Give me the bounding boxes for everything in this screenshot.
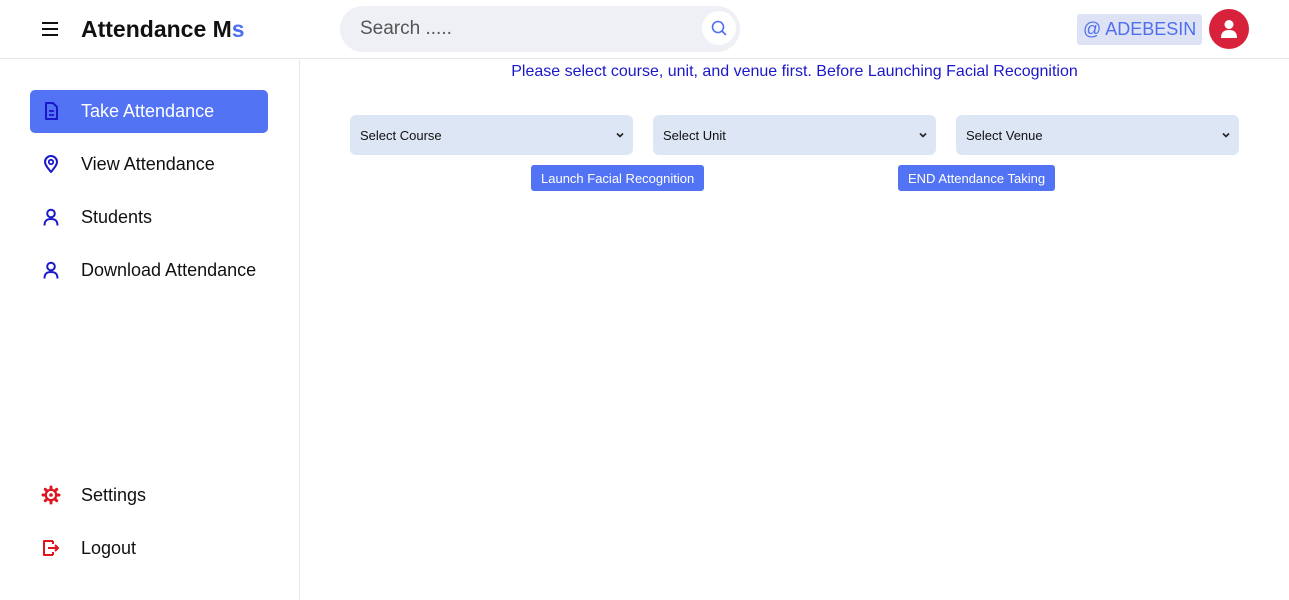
sidebar-item-label: Download Attendance [81,260,257,280]
sidebar-item-settings[interactable]: Settings [30,474,268,517]
sidebar-item-take-attendance[interactable]: Take Attendance [30,90,268,133]
gear-icon [41,485,61,505]
app-title-main: Attendance M [81,16,232,42]
sidebar: Take Attendance View Attendance Students [0,60,300,600]
venue-select-wrapper: Select Venue [956,115,1239,155]
sidebar-item-view-attendance[interactable]: View Attendance [30,143,268,186]
hamburger-menu-icon[interactable] [40,19,60,39]
user-icon [41,207,61,227]
launch-facial-recognition-button[interactable]: Launch Facial Recognition [531,165,705,191]
sidebar-item-label: Students [81,207,153,227]
search-input[interactable] [360,16,690,42]
sidebar-item-label: Settings [81,485,147,505]
sidebar-item-label: Logout [81,538,137,558]
top-bar: Attendance Ms @ ADEBESIN [0,0,1289,59]
logout-icon [41,538,61,558]
end-attendance-button[interactable]: END Attendance Taking [898,165,1056,191]
location-pin-icon [41,154,61,174]
user-icon [41,260,61,280]
sidebar-item-logout[interactable]: Logout [30,527,268,570]
avatar[interactable] [1209,9,1249,49]
venue-select[interactable]: Select Venue [956,115,1239,155]
sidebar-item-students[interactable]: Students [30,196,268,239]
main-content: Please select course, unit, and venue fi… [300,60,1289,600]
search-icon [711,20,727,36]
sidebar-item-download-attendance[interactable]: Download Attendance [30,249,268,292]
unit-select-wrapper: Select Unit [653,115,936,155]
instruction-message: Please select course, unit, and venue fi… [511,63,1078,80]
user-avatar-icon [1221,20,1237,38]
app-title: Attendance Ms [81,16,245,43]
search-button[interactable] [702,11,736,45]
username-tag[interactable]: @ ADEBESIN [1077,14,1203,45]
sidebar-item-label: Take Attendance [81,101,215,121]
course-select-wrapper: Select Course [350,115,633,155]
sidebar-item-label: View Attendance [81,154,215,174]
course-select[interactable]: Select Course [350,115,633,155]
document-icon [41,101,61,121]
app-title-accent: s [231,16,245,42]
search-bar [340,6,740,52]
unit-select[interactable]: Select Unit [653,115,936,155]
